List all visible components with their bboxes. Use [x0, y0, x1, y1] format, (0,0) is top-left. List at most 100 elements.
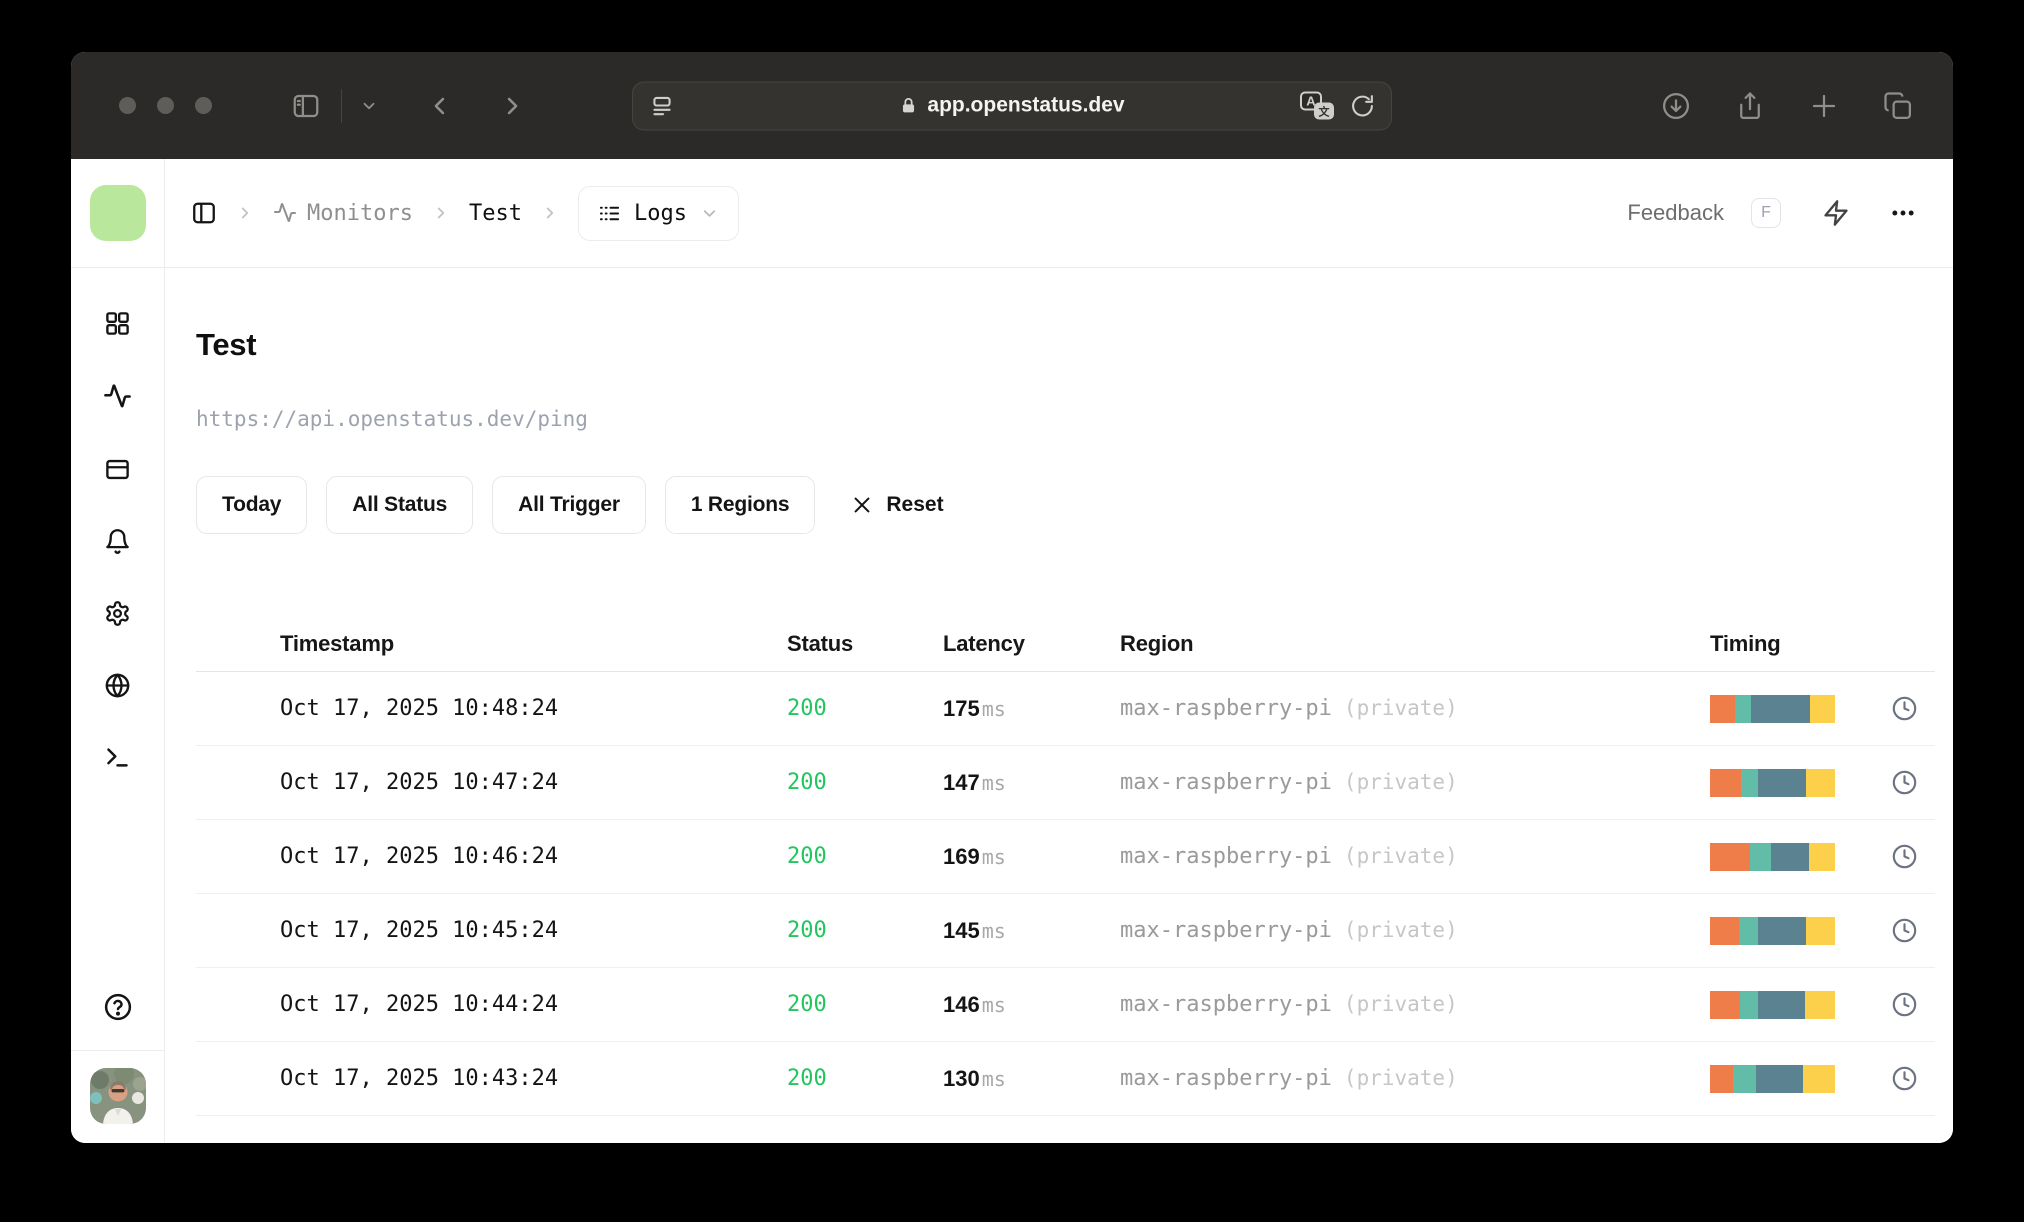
forward-icon[interactable] [498, 92, 526, 120]
translate-icon[interactable]: A 文 [1300, 91, 1334, 120]
sidebar-menu-chevron-icon[interactable] [360, 97, 378, 115]
table-row[interactable]: Oct 17, 2025 10:44:24 200 146 ms max-rasp… [196, 968, 1935, 1042]
x-icon [851, 494, 873, 516]
dashboard-grid-icon[interactable] [104, 310, 131, 337]
address-bar[interactable]: app.openstatus.dev A 文 [632, 81, 1392, 130]
terminal-cli-icon[interactable] [104, 744, 131, 771]
clock-icon[interactable] [1891, 917, 1918, 944]
col-latency: Latency [943, 630, 1025, 656]
tab-overview-icon[interactable] [1883, 91, 1913, 121]
row-region-visibility: (private) [1343, 918, 1458, 942]
logs-list-icon [598, 202, 621, 225]
zoom-button[interactable] [195, 97, 212, 114]
settings-gear-icon[interactable] [104, 600, 131, 627]
timing-segment [1808, 842, 1835, 871]
timing-segment [1732, 1064, 1757, 1093]
timing-segment [1806, 768, 1835, 797]
row-timestamp: Oct 17, 2025 10:46:24 [280, 844, 559, 869]
feedback-shortcut-badge: F [1751, 198, 1781, 228]
clock-icon[interactable] [1891, 843, 1918, 870]
table-row[interactable]: Oct 17, 2025 10:43:24 200 130 ms max-rasp… [196, 1042, 1935, 1116]
minimize-button[interactable] [157, 97, 174, 114]
toolbar-divider [341, 88, 342, 123]
browser-toolbar: app.openstatus.dev A 文 [71, 52, 1953, 159]
more-options-icon[interactable] [1889, 199, 1917, 227]
reset-filters-button[interactable]: Reset [851, 493, 944, 517]
timing-segment [1740, 990, 1758, 1019]
table-row[interactable]: Oct 17, 2025 10:47:24 200 147 ms max-rasp… [196, 746, 1935, 820]
reload-icon[interactable] [1350, 93, 1375, 118]
filter-status[interactable]: All Status [326, 476, 474, 534]
row-latency-unit: ms [981, 992, 1006, 1017]
chevron-right-icon [432, 204, 450, 222]
share-icon[interactable] [1735, 91, 1765, 121]
view-selector-logs[interactable]: Logs [577, 185, 739, 241]
monitors-activity-icon[interactable] [103, 382, 132, 411]
timing-segment [1805, 990, 1835, 1019]
sidebar-toggle-icon[interactable] [291, 91, 321, 121]
log-table: Timestamp Status Latency Region Timing O… [196, 616, 1935, 1116]
domains-globe-icon[interactable] [104, 672, 131, 699]
breadcrumb-monitor-name[interactable]: Test [469, 201, 522, 226]
help-circle-icon[interactable] [103, 992, 133, 1022]
feedback-button[interactable]: Feedback [1627, 200, 1724, 226]
filter-regions[interactable]: 1 Regions [664, 476, 816, 534]
col-region: Region [1120, 630, 1194, 656]
reader-icon[interactable] [649, 93, 675, 119]
timing-segment [1735, 694, 1752, 723]
timing-segment [1810, 694, 1835, 723]
endpoint-url: https://api.openstatus.dev/ping [196, 407, 588, 431]
workspace-logo[interactable] [89, 185, 146, 241]
timing-bar [1710, 842, 1835, 871]
back-icon[interactable] [426, 92, 454, 120]
clock-icon[interactable] [1891, 1065, 1918, 1092]
command-zap-icon[interactable] [1822, 199, 1850, 227]
timing-segment [1710, 990, 1740, 1019]
downloads-icon[interactable] [1661, 91, 1691, 121]
filter-trigger[interactable]: All Trigger [492, 476, 646, 534]
filter-bar: Today All Status All Trigger 1 Regions R… [196, 476, 1935, 534]
row-region: max-raspberry-pi [1120, 1066, 1332, 1091]
panel-toggle-icon[interactable] [191, 200, 217, 226]
col-timing: Timing [1710, 630, 1781, 656]
close-button[interactable] [119, 97, 136, 114]
status-pages-panel-icon[interactable] [104, 456, 131, 483]
row-status-code: 200 [787, 696, 827, 721]
row-status-code: 200 [787, 844, 827, 869]
filter-date[interactable]: Today [196, 476, 308, 534]
clock-icon[interactable] [1891, 769, 1918, 796]
row-region-visibility: (private) [1343, 696, 1458, 720]
table-row[interactable]: Oct 17, 2025 10:48:24 200 175 ms max-rasp… [196, 672, 1935, 746]
timing-segment [1710, 842, 1750, 871]
desktop-background: app.openstatus.dev A 文 Monitors Test Log… [0, 0, 2024, 1222]
timing-bar [1710, 1064, 1835, 1093]
row-latency-unit: ms [981, 918, 1006, 943]
sidebar-divider [71, 1050, 164, 1051]
row-latency-unit: ms [981, 1066, 1006, 1091]
new-tab-icon[interactable] [1809, 91, 1839, 121]
table-row[interactable]: Oct 17, 2025 10:46:24 200 169 ms max-rasp… [196, 820, 1935, 894]
activity-icon [273, 201, 297, 225]
timing-segment [1757, 768, 1807, 797]
row-timestamp: Oct 17, 2025 10:44:24 [280, 992, 559, 1017]
timing-segment [1771, 842, 1809, 871]
row-latency-value: 145 [943, 917, 980, 943]
timing-segment [1750, 842, 1772, 871]
row-region: max-raspberry-pi [1120, 992, 1332, 1017]
clock-icon[interactable] [1891, 695, 1918, 722]
timing-bar [1710, 768, 1835, 797]
timing-bar [1710, 694, 1835, 723]
timing-segment [1710, 694, 1735, 723]
notifications-bell-icon[interactable] [104, 528, 131, 555]
clock-icon[interactable] [1891, 991, 1918, 1018]
row-status-code: 200 [787, 1066, 827, 1091]
timing-segment [1802, 1064, 1835, 1093]
user-avatar[interactable] [89, 1068, 146, 1124]
row-timestamp: Oct 17, 2025 10:45:24 [280, 918, 559, 943]
breadcrumb: Monitors Test Logs [191, 185, 739, 241]
timing-segment [1751, 694, 1810, 723]
timing-segment [1756, 1064, 1803, 1093]
table-row[interactable]: Oct 17, 2025 10:45:24 200 145 ms max-rasp… [196, 894, 1935, 968]
breadcrumb-monitors[interactable]: Monitors [273, 201, 413, 226]
row-region-visibility: (private) [1343, 1066, 1458, 1090]
